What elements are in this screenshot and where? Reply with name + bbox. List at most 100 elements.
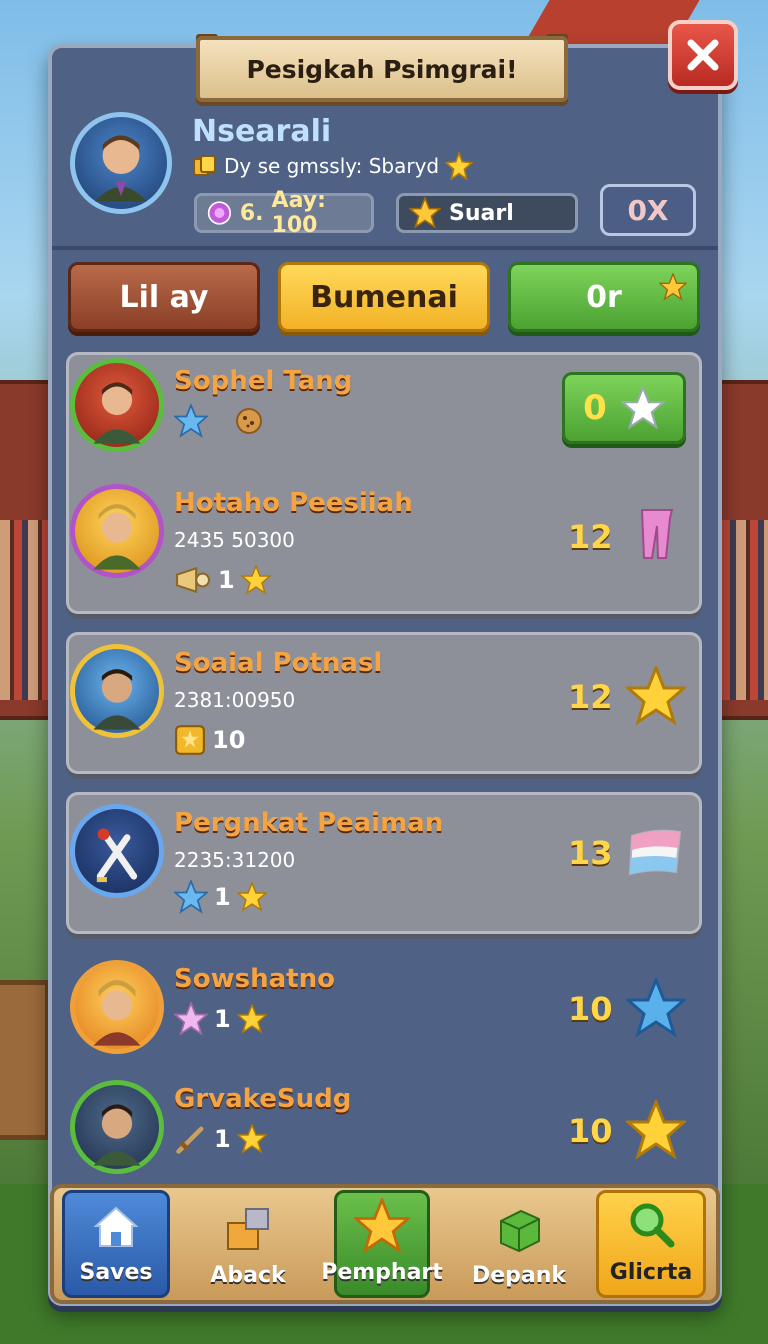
purple-gem-icon: [207, 201, 232, 225]
player-name: GrvakeSudg: [174, 1084, 352, 1114]
coins-prefix: 6.: [239, 200, 264, 226]
leaderboard-row[interactable]: GrvakeSudg 1 10: [68, 1076, 700, 1196]
gold-star-icon: [236, 1124, 267, 1154]
pink-star-icon: [174, 1002, 208, 1036]
nav-item-glicrta[interactable]: Glicrta: [596, 1190, 706, 1298]
badge-count: 1: [214, 883, 231, 911]
player-score: 12: [568, 678, 613, 716]
player-portrait-icon: [93, 980, 141, 1046]
background-crate: [0, 980, 50, 1140]
badge-count: 1: [214, 1125, 231, 1153]
crossed-sticks-icon: [96, 828, 138, 883]
gold-star-icon: [236, 882, 267, 912]
player-portrait-icon: [93, 1104, 141, 1166]
nav-label: Depank: [471, 1263, 567, 1288]
gold-star-icon: [626, 1100, 686, 1160]
gold-star-icon: [626, 666, 686, 726]
cookie-icon: [236, 408, 262, 434]
player-time: 2435 50300: [174, 528, 295, 552]
badge-group: 1: [174, 1002, 267, 1036]
leaderboard-row[interactable]: Pergnkat Peaiman 2235:31200 1 13: [68, 800, 700, 920]
nav-label: Glicrta: [609, 1260, 693, 1285]
player-portrait-icon: [93, 669, 141, 730]
panel-title: Pesigkah Psimgrai!: [196, 36, 568, 102]
player-score: 10: [568, 990, 613, 1028]
claim-button[interactable]: 0: [562, 372, 686, 444]
horn-icon: [175, 566, 211, 594]
coins-counter: 6. Aay: 100: [194, 188, 374, 238]
badge-group: [174, 404, 264, 438]
player-name: Pergnkat Peaiman: [174, 808, 444, 838]
player-portrait-icon: [93, 382, 141, 444]
leaderboard-row[interactable]: Hotaho Peesiiah 2435 50300 1 12: [68, 480, 700, 600]
green-block-icon: [500, 1209, 540, 1253]
sword-icon: [176, 1126, 204, 1154]
avatar: [70, 358, 164, 452]
magnifier-icon: [630, 1203, 675, 1248]
leaderboard-row[interactable]: Sowshatno 1 10: [68, 956, 700, 1076]
claim-count: 0: [583, 388, 607, 428]
badge-group: 1: [174, 880, 267, 914]
player-score: 12: [568, 518, 613, 556]
player-score: 10: [568, 1112, 613, 1150]
player-name: Nsearali: [192, 114, 332, 149]
pink-pants-icon: [640, 509, 674, 559]
player-portrait-icon: [95, 135, 147, 202]
player-score: 13: [568, 834, 613, 872]
player-name: Hotaho Peesiiah: [174, 488, 413, 518]
badge-group: 1: [174, 1122, 267, 1156]
leaderboard-row[interactable]: Sophel Tang 0: [68, 356, 700, 476]
crate-icon: [227, 1208, 269, 1250]
player-time: 2235:31200: [174, 848, 296, 872]
blue-star-icon: [626, 978, 686, 1038]
badge-count: 1: [218, 566, 235, 594]
tab-label: 0r: [586, 279, 622, 315]
tab-third[interactable]: 0r: [508, 262, 700, 332]
tab-first[interactable]: Lil ay: [68, 262, 260, 332]
multiplier-button[interactable]: 0X: [600, 184, 696, 236]
close-icon: [687, 39, 719, 71]
avatar: [70, 804, 164, 898]
tab-label: Bumenai: [310, 279, 458, 315]
star-icon: [354, 1198, 410, 1254]
player-name: Sophel Tang: [174, 366, 353, 396]
nav-label: Saves: [79, 1260, 153, 1285]
badge-group: 10: [174, 724, 245, 756]
flag-icon: [628, 829, 682, 876]
stars-counter: Suarl: [396, 193, 578, 233]
badge-group: 1: [174, 564, 271, 596]
coins-label: Aay: 100: [271, 188, 326, 238]
nav-item-saves[interactable]: Saves: [62, 1190, 170, 1298]
avatar: [70, 484, 164, 578]
badge-count: 10: [212, 726, 246, 754]
player-time: 2381:00950: [174, 688, 296, 712]
avatar: [70, 960, 164, 1054]
nav-item-pemphart[interactable]: Pemphart: [321, 1190, 443, 1298]
player-name: Sowshatno: [174, 964, 335, 994]
player-subtitle-text: Dy se gmssly: Sbaryd: [224, 154, 440, 178]
nav-item-aback[interactable]: Aback: [190, 1190, 306, 1298]
badge-count: 1: [214, 1005, 231, 1033]
nav-label: Pemphart: [321, 1260, 443, 1285]
coin-stack-icon: [193, 155, 216, 176]
tab-label: Lil ay: [119, 279, 209, 315]
player-name: Soaial Potnasl: [174, 648, 383, 678]
star-icon: [659, 273, 687, 301]
house-icon: [93, 1206, 139, 1247]
blue-star-icon: [174, 880, 208, 914]
blue-star-icon: [174, 404, 208, 438]
nav-item-depank[interactable]: Depank: [464, 1190, 574, 1298]
profile-avatar[interactable]: [70, 112, 172, 214]
gold-star-icon: [240, 565, 271, 595]
tab-second[interactable]: Bumenai: [278, 262, 490, 332]
header-divider: [52, 246, 718, 250]
star-tile-icon: [175, 725, 205, 755]
leaderboard-row[interactable]: Soaial Potnasl 2381:00950 10 12: [68, 640, 700, 760]
nav-label: Aback: [210, 1263, 286, 1288]
white-star-icon: [620, 386, 665, 430]
player-portrait-icon: [93, 504, 141, 570]
avatar: [70, 644, 164, 738]
close-button[interactable]: [668, 20, 738, 90]
avatar: [70, 1080, 164, 1174]
player-subtitle: Dy se gmssly: Sbaryd: [192, 152, 474, 180]
